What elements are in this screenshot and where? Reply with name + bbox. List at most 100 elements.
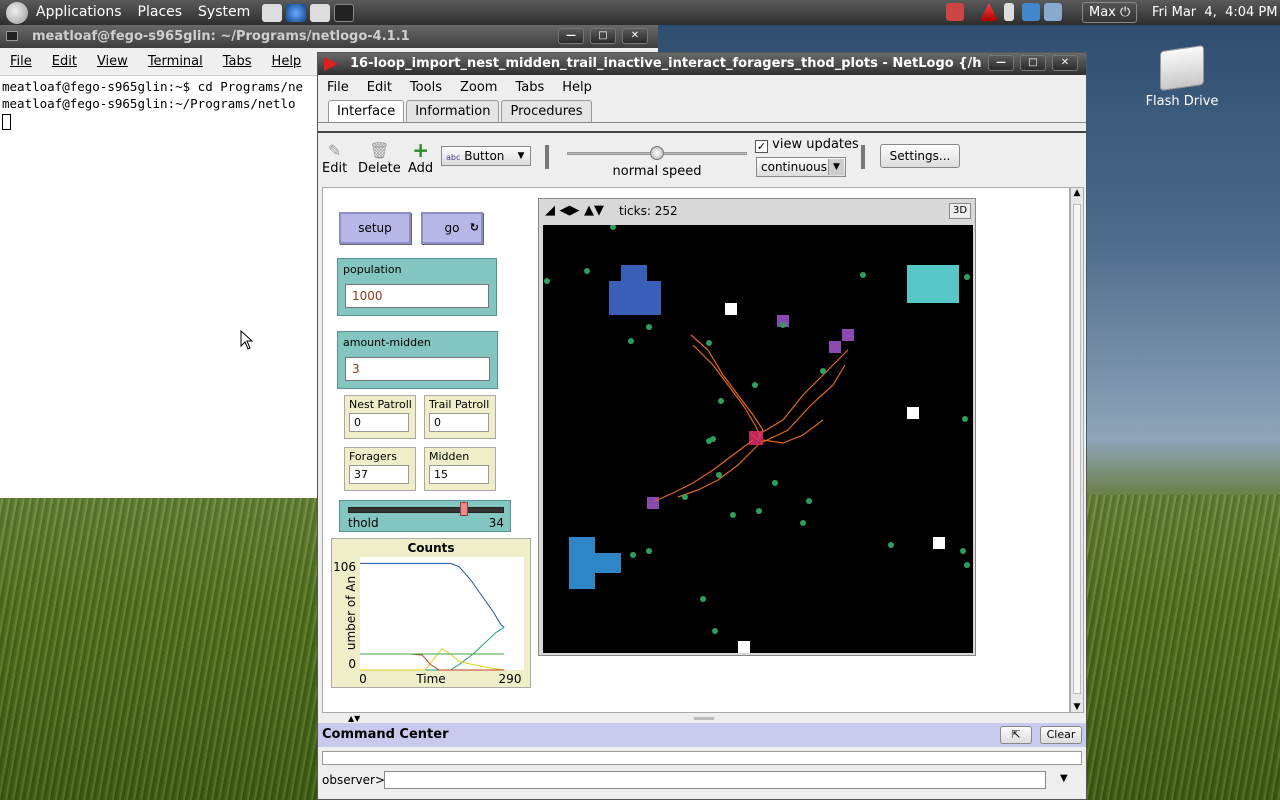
scroll-down-icon[interactable]: ▼ [1071, 702, 1083, 712]
world-view-frame: ◢ ◀▶ ▲▼ ticks: 252 3D [538, 198, 976, 656]
menu-edit[interactable]: Edit [358, 80, 401, 95]
netlogo-titlebar[interactable]: 16-loop_import_nest_midden_trail_inactiv… [318, 53, 1086, 75]
scroll-thumb[interactable] [1073, 204, 1081, 694]
observer-prompt[interactable]: observer> [322, 773, 385, 787]
user-switcher[interactable]: Max ⏻ [1082, 2, 1138, 23]
terminal-menu-help[interactable]: Help [262, 54, 312, 69]
menu-zoom[interactable]: Zoom [451, 80, 506, 95]
white-patch [933, 537, 945, 549]
netlogo-window[interactable]: 16-loop_import_nest_midden_trail_inactiv… [317, 52, 1087, 800]
world-svg [544, 225, 970, 653]
tab-procedures[interactable]: Procedures [501, 100, 592, 122]
command-input[interactable] [384, 771, 1046, 789]
go-button[interactable]: go ↻ [421, 212, 483, 244]
gnome-foot-icon[interactable] [6, 1, 28, 24]
scroll-up-icon[interactable]: ▲ [1071, 188, 1083, 198]
terminal-menu-view[interactable]: View [87, 54, 138, 69]
maximize-button[interactable]: □ [1020, 55, 1046, 71]
mail-launcher-icon[interactable] [262, 3, 283, 22]
warning-icon[interactable] [980, 3, 998, 21]
splitter-arrows-icon[interactable]: ▲▼ [348, 714, 360, 723]
command-output[interactable] [322, 751, 1082, 765]
plot-title: Counts [407, 541, 454, 555]
amount-midden-field[interactable]: 3 [345, 357, 490, 381]
add-button[interactable]: + Add [408, 138, 434, 176]
add-label: Add [408, 161, 434, 176]
food-patch [907, 265, 959, 303]
network-icon[interactable] [1044, 3, 1062, 21]
update-notifier-icon[interactable] [946, 3, 964, 21]
population-input[interactable]: population 1000 [337, 258, 497, 316]
population-label: population [343, 263, 402, 276]
x-tick-min: 0 [359, 672, 367, 686]
population-field[interactable]: 1000 [345, 284, 489, 308]
maximize-button[interactable]: □ [590, 28, 616, 44]
monitor-label: Midden [429, 450, 470, 463]
browser-launcher-icon[interactable] [286, 3, 307, 22]
plus-icon: + [412, 138, 429, 162]
command-center-header: Command Center ⇱ Clear [318, 723, 1086, 747]
chevron-down-icon: ▼ [828, 159, 844, 175]
minimize-button[interactable]: — [988, 55, 1014, 71]
view-resize-icons[interactable]: ◢ ◀▶ ▲▼ [545, 199, 604, 223]
system-menu[interactable]: System [190, 0, 258, 25]
close-button[interactable]: ✕ [1052, 55, 1078, 71]
monitor-label: Trail Patroll [429, 398, 490, 411]
applications-menu[interactable]: Applications [28, 0, 130, 25]
purple-patch [647, 497, 659, 509]
midden-patch [569, 537, 621, 589]
3d-button[interactable]: 3D [949, 203, 971, 219]
tab-interface[interactable]: Interface [328, 100, 405, 122]
terminal-menu-edit[interactable]: Edit [42, 54, 87, 69]
monitor-label: Foragers [349, 450, 397, 463]
thold-label: thold [348, 516, 379, 530]
widget-type-dropdown[interactable]: abc Button ▼ [441, 146, 531, 166]
update-mode-dropdown[interactable]: continuous ▼ [756, 157, 846, 177]
x-axis-label: Time [415, 672, 445, 686]
vertical-scrollbar[interactable]: ▲ ▼ [1070, 187, 1084, 713]
thold-value: 34 [488, 516, 504, 530]
counts-plot: Counts 106 0 0 290 Time umber of An [331, 538, 531, 688]
dropbox-icon[interactable] [1022, 3, 1040, 21]
speed-thumb[interactable] [650, 146, 664, 160]
delete-button[interactable]: 🗑 Delete [358, 141, 401, 176]
battery-icon[interactable] [1004, 3, 1014, 21]
menu-file[interactable]: File [318, 80, 358, 95]
settings-button[interactable]: Settings... [880, 144, 960, 168]
thold-slider[interactable]: thold 34 [339, 500, 511, 532]
world-view[interactable] [543, 225, 973, 653]
plot-area [360, 557, 524, 670]
view-updates-toggle[interactable]: ✓ view updates [755, 137, 859, 153]
terminal-menu-terminal[interactable]: Terminal [138, 54, 213, 69]
close-button[interactable]: ✕ [622, 28, 648, 44]
splitter-handle[interactable] [694, 717, 714, 720]
pencil-icon: ✎ [327, 141, 342, 160]
menu-tools[interactable]: Tools [401, 80, 451, 95]
edit-button[interactable]: ✎ Edit [322, 141, 347, 176]
menu-help[interactable]: Help [553, 80, 601, 95]
terminal-menu-tabs[interactable]: Tabs [213, 54, 262, 69]
terminal-titlebar[interactable]: meatloaf@fego-s965glin: ~/Programs/netlo… [0, 25, 658, 48]
thold-thumb[interactable] [460, 502, 469, 516]
amount-midden-input[interactable]: amount-midden 3 [337, 331, 498, 389]
document-launcher-icon[interactable] [310, 3, 331, 22]
menu-tabs[interactable]: Tabs [506, 80, 553, 95]
minimize-button[interactable]: — [558, 28, 584, 44]
terminal-menu-file[interactable]: File [0, 54, 42, 69]
netlogo-logo-icon [324, 57, 338, 71]
tab-information[interactable]: Information [406, 100, 500, 122]
clock[interactable]: Fri Mar 4, 4:04 PM [1152, 0, 1277, 25]
flash-drive-desktop-icon[interactable]: Flash Drive [1140, 44, 1224, 109]
terminal-launcher-icon[interactable] [334, 3, 355, 22]
white-patch [725, 303, 737, 315]
history-dropdown-icon[interactable]: ▼ [1060, 773, 1068, 784]
trail-lines [654, 334, 849, 502]
speed-slider[interactable]: normal speed [567, 146, 747, 179]
places-menu[interactable]: Places [130, 0, 191, 25]
y-tick-max: 106 [333, 560, 356, 574]
trail-patroll-monitor: Trail Patroll 0 [424, 395, 496, 439]
setup-button[interactable]: setup [339, 212, 411, 244]
view-updates-checkbox[interactable]: ✓ [755, 140, 768, 153]
detach-icon[interactable]: ⇱ [1000, 726, 1032, 744]
clear-button[interactable]: Clear [1040, 726, 1082, 744]
